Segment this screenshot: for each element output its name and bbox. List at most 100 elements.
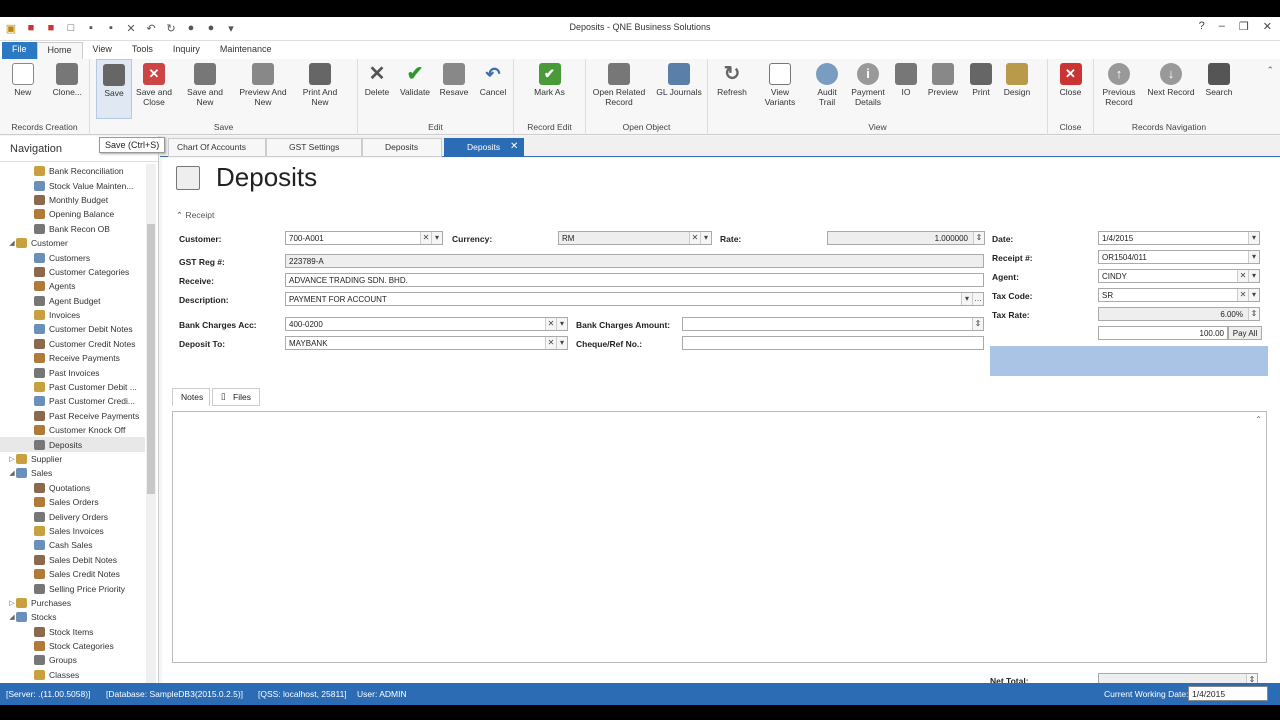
nav-item[interactable]: Groups (0, 653, 145, 667)
ellipsis-icon[interactable]: … (972, 293, 983, 305)
nav-item[interactable]: Bank Recon OB (0, 222, 145, 236)
cheque-ref-field[interactable] (682, 336, 984, 350)
navigation-scrollbar[interactable] (146, 164, 156, 694)
expanded-icon[interactable]: ◢ (8, 239, 16, 247)
tab-deposits-list[interactable]: Deposits (362, 138, 442, 157)
close-button[interactable]: ✕ Close (1048, 59, 1093, 119)
clear-icon[interactable]: ✕ (689, 232, 700, 244)
nav-item[interactable]: Delivery Orders (0, 509, 145, 523)
chevron-down-icon[interactable]: ▾ (700, 232, 711, 244)
io-button[interactable]: IO (890, 59, 922, 119)
nav-item[interactable]: ◢ Stocks (0, 610, 145, 624)
clear-icon[interactable]: ✕ (545, 337, 556, 349)
pay-all-button[interactable]: Pay All (1228, 326, 1262, 340)
spinner-icon[interactable]: ⇕ (972, 318, 983, 330)
nav-item[interactable]: Agent Budget (0, 294, 145, 308)
nav-item[interactable]: Customer Credit Notes (0, 337, 145, 351)
design-button[interactable]: Design (998, 59, 1036, 119)
chevron-down-icon[interactable]: ▾ (1248, 270, 1259, 282)
nav-item[interactable]: Bank Reconciliation (0, 164, 145, 178)
nav-item[interactable]: Customer Categories (0, 265, 145, 279)
scroll-up-icon[interactable]: ⌃ (1255, 415, 1262, 424)
ribbon-collapse-icon[interactable]: ⌃ (1266, 65, 1274, 76)
scrollbar-thumb[interactable] (147, 224, 155, 494)
receive-field[interactable]: ADVANCE TRADING SDN. BHD. (285, 273, 984, 287)
chevron-down-icon[interactable]: ▾ (1248, 251, 1259, 263)
chevron-down-icon[interactable]: ▾ (961, 293, 972, 305)
chevron-down-icon[interactable]: ▾ (431, 232, 442, 244)
rate-field[interactable]: 1.000000 ⇕ (827, 231, 985, 245)
receipt-number-field[interactable]: OR1504/011 ▾ (1098, 250, 1260, 264)
help-icon[interactable]: ? (1199, 20, 1205, 33)
nav-item[interactable]: Selling Price Priority (0, 581, 145, 595)
nav-item[interactable]: Stock Categories (0, 639, 145, 653)
nav-item[interactable]: Deposits (0, 437, 145, 452)
nav-item[interactable]: Sales Orders (0, 495, 145, 509)
nav-item[interactable]: Stock Value Mainten... (0, 178, 145, 192)
minimize-icon[interactable]: – (1219, 20, 1225, 33)
resave-button[interactable]: Resave (434, 59, 474, 119)
bank-charges-acc-field[interactable]: 400-0200 ✕ ▾ (285, 317, 568, 331)
clear-icon[interactable]: ✕ (1237, 270, 1248, 282)
payment-details-button[interactable]: i Payment Details (846, 59, 890, 119)
collapsed-icon[interactable]: ▷ (8, 455, 16, 463)
refresh-button[interactable]: ↻ Refresh (712, 59, 752, 119)
tax-rate-field[interactable]: 6.00% ⇕ (1098, 307, 1260, 321)
collapsed-icon[interactable]: ▷ (8, 599, 16, 607)
chevron-down-icon[interactable]: ▾ (1248, 289, 1259, 301)
restore-icon[interactable]: ❐ (1239, 20, 1249, 33)
cancel-button[interactable]: ↶ Cancel (474, 59, 512, 119)
deposit-to-field[interactable]: MAYBANK ✕ ▾ (285, 336, 568, 350)
save-and-close-button[interactable]: ✕ Save and Close (132, 59, 176, 119)
nav-item[interactable]: Sales Credit Notes (0, 567, 145, 581)
nav-item[interactable]: Sales Invoices (0, 524, 145, 538)
bank-charges-amount-field[interactable]: ⇕ (682, 317, 984, 331)
validate-button[interactable]: ✔ Validate (396, 59, 434, 119)
nav-item[interactable]: Cash Sales (0, 538, 145, 552)
chevron-down-icon[interactable]: ▾ (556, 337, 567, 349)
audit-trail-button[interactable]: Audit Trail (808, 59, 846, 119)
tab-notes[interactable]: Notes (172, 388, 210, 406)
description-field[interactable]: PAYMENT FOR ACCOUNT ▾… (285, 292, 984, 306)
view-variants-button[interactable]: View Variants (752, 59, 808, 119)
nav-item[interactable]: Past Invoices (0, 365, 145, 379)
clone-button[interactable]: Clone... (45, 59, 89, 119)
save-and-new-button[interactable]: Save and New (176, 59, 234, 119)
tab-chart-of-accounts[interactable]: Chart Of Accounts (168, 138, 266, 157)
new-button[interactable]: New (0, 59, 45, 119)
nav-item[interactable]: ◢ Sales (0, 466, 145, 480)
delete-button[interactable]: ✕ Delete (358, 59, 396, 119)
nav-item[interactable]: Sales Debit Notes (0, 553, 145, 567)
nav-item[interactable]: Receive Payments (0, 351, 145, 365)
nav-item[interactable]: Monthly Budget (0, 193, 145, 207)
open-related-record-button[interactable]: Open Related Record (586, 59, 652, 119)
nav-item[interactable]: Customer Knock Off (0, 423, 145, 437)
tax-code-field[interactable]: SR ✕ ▾ (1098, 288, 1260, 302)
nav-item[interactable]: Quotations (0, 481, 145, 495)
clear-icon[interactable]: ✕ (420, 232, 431, 244)
tab-close-icon[interactable]: ✕ (510, 141, 518, 152)
nav-item[interactable]: Customer Debit Notes (0, 322, 145, 336)
print-button[interactable]: Print (964, 59, 998, 119)
date-field[interactable]: 1/4/2015 ▾ (1098, 231, 1260, 245)
nav-item[interactable]: Agents (0, 279, 145, 293)
tab-maintenance[interactable]: Maintenance (210, 42, 282, 59)
currency-field[interactable]: RM ✕ ▾ (558, 231, 712, 245)
tab-inquiry[interactable]: Inquiry (163, 42, 210, 59)
nav-item[interactable]: Customers (0, 250, 145, 264)
nav-item[interactable]: Past Receive Payments (0, 409, 145, 423)
chevron-down-icon[interactable]: ▾ (556, 318, 567, 330)
nav-item[interactable]: Invoices (0, 308, 145, 322)
spinner-icon[interactable]: ⇕ (1248, 308, 1259, 320)
close-window-icon[interactable]: ✕ (1263, 20, 1272, 33)
amount-field[interactable]: 100.00 (1098, 326, 1228, 340)
spinner-icon[interactable]: ⇕ (973, 232, 984, 244)
customer-field[interactable]: 700-A001 ✕ ▾ (285, 231, 443, 245)
gl-journals-button[interactable]: GL Journals (652, 59, 706, 119)
nav-item[interactable]: ▷ Supplier (0, 452, 145, 466)
next-record-button[interactable]: ↓ Next Record (1144, 59, 1198, 119)
previous-record-button[interactable]: ↑ Previous Record (1094, 59, 1144, 119)
expanded-icon[interactable]: ◢ (8, 613, 16, 621)
tab-file[interactable]: File (2, 42, 37, 59)
mark-as-button[interactable]: ✔ Mark As (514, 59, 585, 119)
